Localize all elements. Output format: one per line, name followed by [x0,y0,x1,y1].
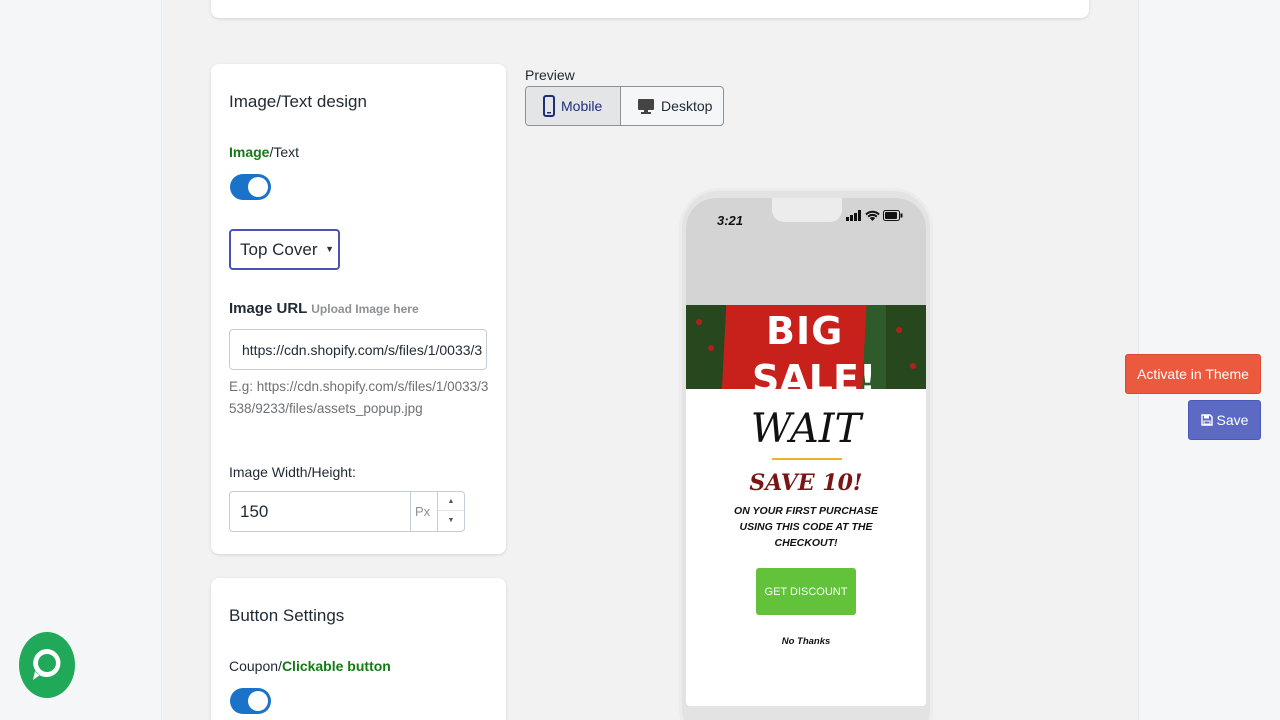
image-size-value: 150 [240,502,269,521]
image-size-label: Image Width/Height: [229,464,356,480]
preview-label: Preview [525,67,575,83]
image-size-stepper[interactable]: ▲ ▼ [437,492,464,531]
pine-branch [886,305,926,389]
toggle-knob [248,177,268,197]
activate-in-theme-button[interactable]: Activate in Theme [1125,354,1261,394]
upload-image-link[interactable]: Upload Image here [311,302,418,316]
layout-select-value: Top Cover [240,240,318,259]
preview-device-toggle: Mobile Desktop [525,86,724,126]
mobile-preview-label: Mobile [561,98,603,114]
stepper-up-icon[interactable]: ▲ [438,492,464,511]
coupon-button-toggle-label: Coupon/Clickable button [229,658,391,674]
button-settings-card: Button Settings Coupon/Clickable button [211,578,506,720]
desktop-preview-label: Desktop [661,98,713,114]
image-url-input[interactable]: https://cdn.shopify.com/s/files/1/0033/3 [229,329,487,370]
ornament [896,327,902,333]
save-button-label: Save [1216,412,1249,428]
left-gutter [0,0,162,720]
image-text-design-card: Image/Text design Image/Text Top Cover ▼… [211,64,506,554]
mobile-preview-button[interactable]: Mobile [526,87,622,125]
popup-divider [772,458,842,460]
toggle-label-highlight: Clickable button [281,658,391,674]
ornament [910,363,916,369]
phone-time: 3:21 [717,213,744,228]
image-url-example: E.g: https://cdn.shopify.com/s/files/1/0… [229,379,489,416]
save-button[interactable]: Save [1188,400,1261,440]
image-url-label: Image URL Upload Image here [229,300,419,317]
desktop-icon [638,99,655,114]
phone-screen: 3:21 BIG SALE! WAIT SAVE 10! ON YOUR FIR… [686,198,926,706]
toggle-label-highlight: Image [229,144,270,160]
image-size-unit: Px [410,492,438,531]
banner-big-text: BIG [766,309,844,353]
toggle-label-rest: Coupon/ [229,658,282,674]
popup-banner-image: BIG SALE! [686,305,926,389]
no-thanks-link[interactable]: No Thanks [686,636,926,647]
popup-heading: WAIT [750,406,862,452]
ornament [696,319,702,325]
pine-branch [686,305,726,389]
phone-notch [772,198,842,222]
coupon-button-toggle[interactable] [230,688,271,714]
desktop-preview-button[interactable]: Desktop [621,87,723,125]
image-text-toggle[interactable] [230,174,271,200]
stepper-down-icon[interactable]: ▼ [438,511,464,530]
mobile-icon [543,95,555,117]
signal-icon [846,210,861,221]
banner-sale-text: SALE! [752,357,877,389]
toggle-label-rest: /Text [269,144,300,160]
caret-down-icon: ▼ [325,244,334,254]
toggle-knob [248,691,268,711]
previous-card [211,0,1089,18]
image-url-label-text: Image URL [229,300,308,317]
ornament [708,345,714,351]
card-title: Button Settings [229,606,345,625]
image-text-toggle-label: Image/Text [229,144,299,160]
layout-select[interactable]: Top Cover ▼ [229,229,340,270]
card-title: Image/Text design [229,92,367,111]
chat-icon[interactable] [19,632,75,700]
popup-offer: SAVE 10! [749,470,863,496]
popup-subtext: ON YOUR FIRST PURCHASE USING THIS CODE A… [734,505,878,549]
phone-status-icons [846,210,903,221]
save-icon [1200,414,1213,426]
wifi-icon [865,210,880,221]
get-discount-button[interactable]: GET DISCOUNT [756,568,856,615]
image-size-input[interactable]: 150 Px ▲ ▼ [229,491,465,532]
battery-icon [883,210,903,221]
